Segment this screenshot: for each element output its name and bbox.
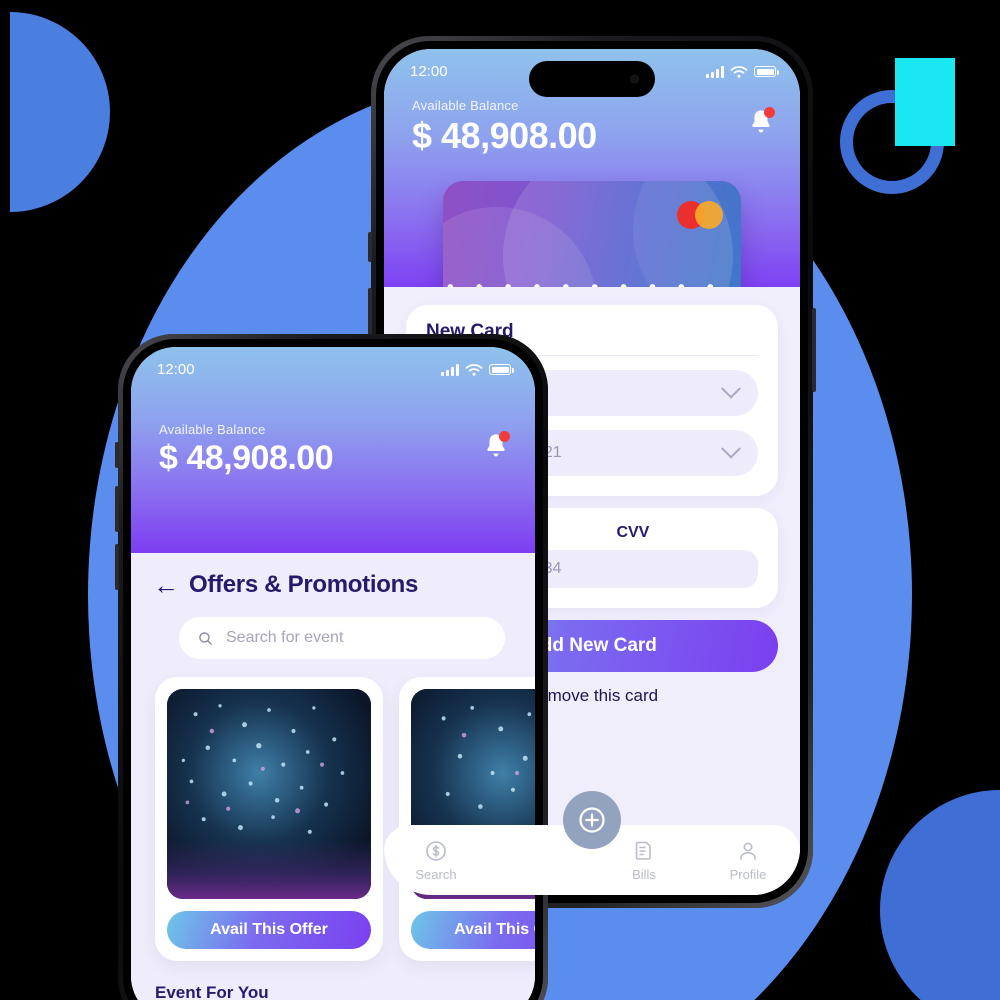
balance-label: Available Balance (412, 98, 519, 113)
volume-up-button[interactable] (368, 288, 372, 340)
balance-amount: $ 48,908.00 (159, 439, 334, 477)
chevron-down-icon (721, 438, 741, 459)
volume-up-button[interactable] (115, 486, 119, 532)
tab-search[interactable]: Search (384, 839, 488, 882)
arrow-left-icon[interactable]: ← (153, 572, 179, 598)
bill-document-icon (635, 841, 651, 860)
balance-block: Available Balance $ 48,908.00 (159, 422, 334, 478)
balance-amount: $ 48,908.00 (412, 115, 597, 156)
tab-label: Profile (729, 866, 767, 882)
page-title: Offers & Promotions (189, 571, 418, 598)
tab-profile[interactable]: Profile (696, 839, 800, 882)
status-indicators (706, 65, 779, 79)
balance-row: Available Balance $ 48,908.00 (131, 378, 535, 478)
tab-label: Search (415, 866, 457, 882)
status-indicators (441, 363, 514, 377)
offer-card-list: Avail This Offer Avail This (131, 659, 535, 961)
signal-bars-icon (441, 363, 459, 376)
background-cyan-rectangle (895, 58, 955, 146)
balance-label: Available Balance (159, 422, 266, 437)
offer-card[interactable]: Avail This Offer (399, 677, 535, 961)
status-time: 12:00 (157, 361, 195, 378)
tab-bills[interactable]: Bills (592, 839, 696, 882)
battery-icon (489, 364, 514, 375)
dollar-circle-icon (426, 840, 446, 861)
phone-mockup-front: 12:00 Available Balance $ 48,908.00 ← Of… (115, 334, 548, 1000)
search-icon (199, 631, 212, 645)
dynamic-island (529, 61, 655, 97)
notification-dot (499, 431, 510, 442)
background-semicircle-bottom-right (880, 790, 1000, 1000)
front-camera-icon (630, 74, 639, 84)
mute-switch[interactable] (368, 232, 372, 262)
tab-label: Bills (632, 866, 656, 882)
search-input[interactable]: Search for event (179, 617, 505, 659)
person-icon (740, 842, 756, 860)
offer-image (167, 689, 371, 899)
battery-icon (754, 66, 779, 77)
section-title-event-for-you: Event For You (155, 983, 269, 1000)
mute-switch[interactable] (115, 442, 119, 468)
wifi-icon (465, 363, 483, 376)
plus-circle-icon[interactable] (563, 791, 621, 849)
balance-block: Available Balance $ 48,908.00 (412, 98, 597, 157)
wifi-icon (730, 65, 748, 78)
bell-icon[interactable] (748, 107, 775, 136)
bell-icon[interactable] (483, 431, 510, 460)
avail-offer-button[interactable]: Avail This Offer (411, 911, 535, 949)
status-bar: 12:00 (131, 347, 535, 378)
scene-root: 12:00 Available Balance $ 48,908.00 New … (0, 0, 1000, 1000)
front-header: 12:00 Available Balance $ 48,908.00 (131, 347, 535, 553)
status-time: 12:00 (410, 63, 448, 80)
offers-screen: ← Offers & Promotions Search for event A… (131, 553, 535, 1000)
volume-down-button[interactable] (115, 544, 119, 590)
phone-screen-front: 12:00 Available Balance $ 48,908.00 ← Of… (131, 347, 535, 1000)
power-button[interactable] (812, 308, 816, 392)
mastercard-icon (677, 201, 723, 229)
offers-header: ← Offers & Promotions (131, 571, 535, 599)
signal-bars-icon (706, 65, 724, 78)
phone-body: 12:00 Available Balance $ 48,908.00 ← Of… (123, 339, 543, 1000)
avail-offer-button[interactable]: Avail This Offer (167, 911, 371, 949)
search-placeholder: Search for event (226, 629, 344, 646)
offer-card[interactable]: Avail This Offer (155, 677, 383, 961)
chevron-down-icon (721, 378, 741, 399)
notification-dot (764, 107, 775, 118)
background-semicircle-top-left (10, 12, 110, 212)
